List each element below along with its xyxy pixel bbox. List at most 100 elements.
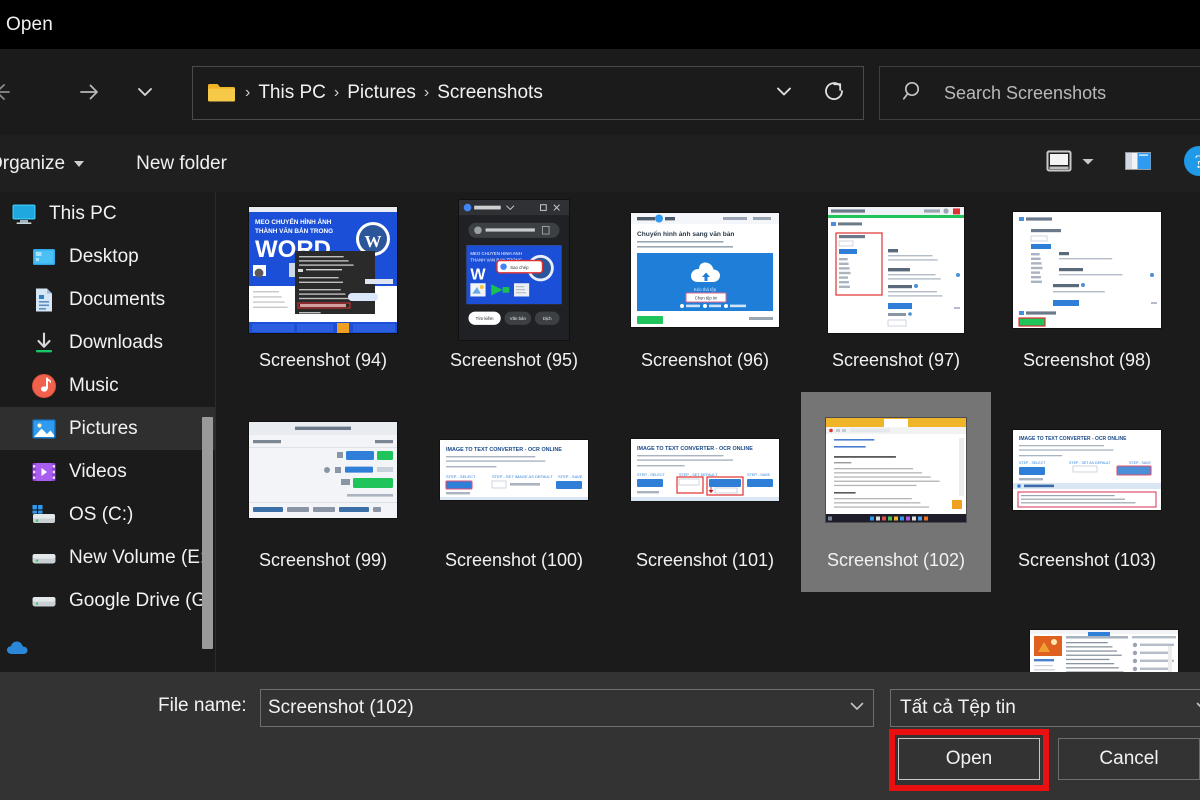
thumbnail-image (1030, 630, 1178, 672)
sidebar-item-pictures[interactable]: Pictures (0, 407, 216, 450)
music-icon (30, 372, 58, 400)
svg-text:IMAGE TO TEXT CONVERTER - OCR: IMAGE TO TEXT CONVERTER - OCR ONLINE (637, 446, 753, 452)
sidebar-item-downloads[interactable]: Downloads (0, 321, 216, 364)
svg-text:Kéo thả tệp: Kéo thả tệp (694, 287, 717, 292)
documents-icon (30, 286, 58, 314)
file-name-dropdown-button[interactable] (847, 696, 867, 721)
thumbnail-image (826, 418, 966, 522)
sidebar-list: This PC Desktop Documents Downloads Music Pic… (0, 192, 216, 622)
sidebar-item-videos[interactable]: Videos (0, 450, 216, 493)
sidebar-item-os-c[interactable]: OS (C:) (0, 493, 216, 536)
organize-button[interactable]: Organize (0, 144, 85, 184)
breadcrumb-item-screenshots[interactable]: Screenshots (437, 82, 543, 104)
svg-text:Sao chép: Sao chép (510, 265, 529, 270)
file-thumbnail: IMAGE TO TEXT CONVERTER - OCR ONLINE STEP… (434, 396, 594, 544)
title-bar: Open (0, 0, 1200, 49)
address-dropdown-button[interactable] (759, 70, 809, 116)
file-thumbnail: Chuyển hình ảnh sang văn bản Kéo thả tệp C… (625, 196, 785, 344)
breadcrumb-item-this-pc[interactable]: This PC (258, 82, 326, 104)
view-mode-button[interactable] (1044, 142, 1074, 186)
pictures-icon (30, 415, 58, 443)
open-button[interactable]: Open (898, 738, 1040, 780)
drive-icon (30, 544, 58, 572)
file-item[interactable]: IMAGE TO TEXT CONVERTER - OCR ONLINE STEP… (419, 392, 609, 592)
sidebar-item-desktop[interactable]: Desktop (0, 235, 216, 278)
svg-text:Chuyển hình ảnh sang văn bản: Chuyển hình ảnh sang văn bản (637, 230, 734, 238)
svg-text:MEO CHUYEN HINH ANH: MEO CHUYEN HINH ANH (470, 251, 521, 256)
sidebar-item-label: Google Drive (G (69, 589, 207, 611)
search-input[interactable]: Search Screenshots (926, 83, 1106, 104)
file-name-label: Screenshot (102) (826, 550, 966, 570)
file-item[interactable]: Screenshot (98) (992, 192, 1182, 392)
command-toolbar: Organize New folder (0, 135, 1200, 192)
help-button[interactable]: ? (1182, 142, 1200, 186)
file-item[interactable]: IMAGE TO TEXT CONVERTER - OCR ONLINE STEP… (610, 392, 800, 592)
sidebar-item-music[interactable]: Music (0, 364, 216, 407)
file-name-label: Screenshot (101) (635, 550, 775, 570)
sidebar-item-new-volume-e[interactable]: New Volume (E:) (0, 536, 216, 579)
monitor-icon (10, 200, 38, 228)
recent-locations-button[interactable] (122, 69, 168, 115)
file-name-label: Screenshot (97) (831, 350, 961, 370)
chevron-down-icon (1078, 153, 1098, 174)
os-drive-icon (30, 501, 58, 529)
arrow-right-icon (75, 78, 103, 106)
file-item[interactable] (1009, 594, 1199, 672)
forward-button[interactable] (66, 69, 112, 115)
file-thumbnail: MEO CHUYEN HINH ANH THANH VAN BAN TRONG W S… (434, 196, 594, 344)
thumbnail-image: IMAGE TO TEXT CONVERTER - OCR ONLINE STEP… (440, 440, 588, 500)
file-grid-row: MEO CHUYỂN HÌNH ẢNH THÀNH VĂN BẢN TRONG WO… (228, 192, 1200, 392)
file-grid-row: Screenshot (99) IMAGE TO TEXT CONVERTER -… (228, 392, 1200, 592)
file-type-field[interactable]: Tất cả Tệp tin (890, 689, 1200, 727)
sidebar-item-label: Music (69, 374, 119, 396)
sidebar-item-label: This PC (49, 202, 117, 224)
file-type-dropdown-button[interactable] (1193, 696, 1200, 721)
preview-pane-button[interactable] (1124, 142, 1152, 186)
thumbnail-image: Chuyển hình ảnh sang văn bản Kéo thả tệp C… (631, 213, 779, 327)
svg-text:STEP - SET DEFAULT: STEP - SET DEFAULT (679, 473, 718, 477)
file-name-field[interactable]: Screenshot (102) (260, 689, 874, 727)
onedrive-cloud-icon[interactable] (6, 640, 32, 656)
svg-text:MEO CHUYỂN HÌNH ẢNH: MEO CHUYỂN HÌNH ẢNH (255, 217, 332, 226)
sidebar-scrollbar-thumb[interactable] (202, 417, 213, 649)
file-item[interactable]: Screenshot (102) (801, 392, 991, 592)
file-item[interactable]: IMAGE TO TEXT CONVERTER - OCR ONLINE STEP… (992, 392, 1182, 592)
file-item[interactable]: MEO CHUYỂN HÌNH ẢNH THÀNH VĂN BẢN TRONG WO… (228, 192, 418, 392)
file-name-input[interactable]: Screenshot (102) (268, 697, 847, 719)
folder-icon (207, 81, 237, 105)
breadcrumb-separator: › (423, 84, 430, 101)
toolbar-right-group: ? (1044, 135, 1200, 192)
cancel-button[interactable]: Cancel (1058, 738, 1200, 780)
navigation-sidebar[interactable]: This PC Desktop Documents Downloads Music Pic… (0, 192, 216, 672)
file-list-area[interactable]: MEO CHUYỂN HÌNH ẢNH THÀNH VĂN BẢN TRONG WO… (216, 192, 1200, 672)
file-type-value: Tất cả Tệp tin (900, 697, 1016, 718)
file-item[interactable]: MEO CHUYEN HINH ANH THANH VAN BAN TRONG W S… (419, 192, 609, 392)
sidebar-item-label: Documents (69, 288, 166, 310)
new-folder-button[interactable]: New folder (136, 144, 227, 184)
sidebar-item-label: OS (C:) (69, 503, 134, 525)
breadcrumb-item-pictures[interactable]: Pictures (347, 82, 416, 104)
refresh-icon (822, 79, 846, 108)
view-mode-dropdown-button[interactable] (1078, 142, 1098, 186)
back-button[interactable] (0, 69, 24, 115)
refresh-button[interactable] (809, 70, 859, 116)
svg-text:STEP - SET AS DEFAULT: STEP - SET AS DEFAULT (1069, 461, 1112, 465)
view-layout-icon (1044, 148, 1074, 179)
file-thumbnail (1007, 196, 1167, 344)
search-icon (902, 79, 926, 108)
file-item[interactable]: Screenshot (97) (801, 192, 991, 392)
file-thumbnail (243, 396, 403, 544)
svg-text:Văn bản: Văn bản (510, 316, 527, 321)
file-item[interactable]: Chuyển hình ảnh sang văn bản Kéo thả tệp C… (610, 192, 800, 392)
address-bar[interactable]: › This PC › Pictures › Screenshots (192, 66, 864, 120)
sidebar-item-label: New Volume (E:) (69, 546, 212, 568)
thumbnail-image: MEO CHUYEN HINH ANH THANH VAN BAN TRONG W S… (459, 200, 569, 340)
sidebar-item-documents[interactable]: Documents (0, 278, 216, 321)
svg-text:STEP - SAVE: STEP - SAVE (747, 473, 771, 477)
sidebar-item-this-pc[interactable]: This PC (0, 192, 216, 235)
sidebar-item-google-drive-g[interactable]: Google Drive (G (0, 579, 216, 622)
window-title: Open (6, 13, 53, 35)
sidebar-item-label: Pictures (69, 417, 138, 439)
search-box[interactable]: Search Screenshots (879, 66, 1200, 120)
file-item[interactable]: Screenshot (99) (228, 392, 418, 592)
